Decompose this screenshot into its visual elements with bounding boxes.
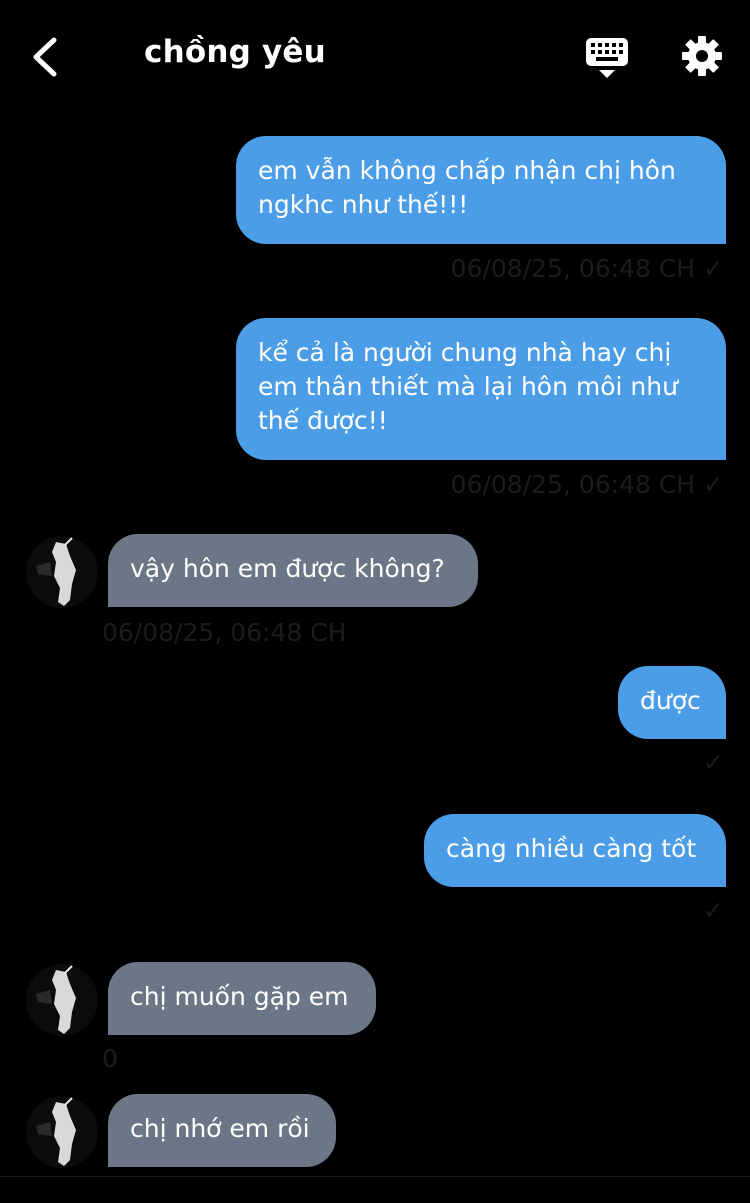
- composer-divider: [0, 1176, 750, 1177]
- avatar-figure-icon: [26, 964, 98, 1036]
- avatar-figure-icon: [26, 536, 98, 608]
- chat-header: chồng yêu: [0, 0, 750, 112]
- avatar[interactable]: [26, 536, 98, 608]
- avatar[interactable]: [26, 1096, 98, 1168]
- avatar[interactable]: [26, 964, 98, 1036]
- keyboard-icon: [586, 38, 628, 78]
- message-bubble-outgoing[interactable]: kể cả là người chung nhà hay chị em thân…: [236, 318, 726, 460]
- message-timestamp: 06/08/25, 06:48 CH ✓: [450, 470, 724, 499]
- gear-icon: [682, 36, 722, 76]
- message-bubble-incoming[interactable]: chị nhớ em rồi: [108, 1094, 336, 1167]
- chat-title: chồng yêu: [144, 34, 326, 70]
- back-button[interactable]: [26, 32, 66, 82]
- message-timestamp: ✓: [703, 896, 724, 925]
- avatar-figure-icon: [26, 1096, 98, 1168]
- keyboard-button[interactable]: [584, 36, 630, 82]
- message-timestamp: 06/08/25, 06:48 CH: [102, 618, 347, 647]
- chevron-left-icon: [33, 37, 57, 77]
- message-timestamp: 0: [102, 1044, 118, 1073]
- message-bubble-incoming[interactable]: chị muốn gặp em: [108, 962, 376, 1035]
- settings-button[interactable]: [680, 34, 724, 78]
- message-bubble-incoming[interactable]: vậy hôn em được không?: [108, 534, 478, 607]
- message-timestamp: 06/08/25, 06:48 CH ✓: [450, 254, 724, 283]
- message-bubble-outgoing[interactable]: em vẫn không chấp nhận chị hôn ngkhc như…: [236, 136, 726, 244]
- message-timestamp: ✓: [703, 748, 724, 777]
- message-bubble-outgoing[interactable]: càng nhiều càng tốt: [424, 814, 726, 887]
- message-bubble-outgoing[interactable]: được: [618, 666, 726, 739]
